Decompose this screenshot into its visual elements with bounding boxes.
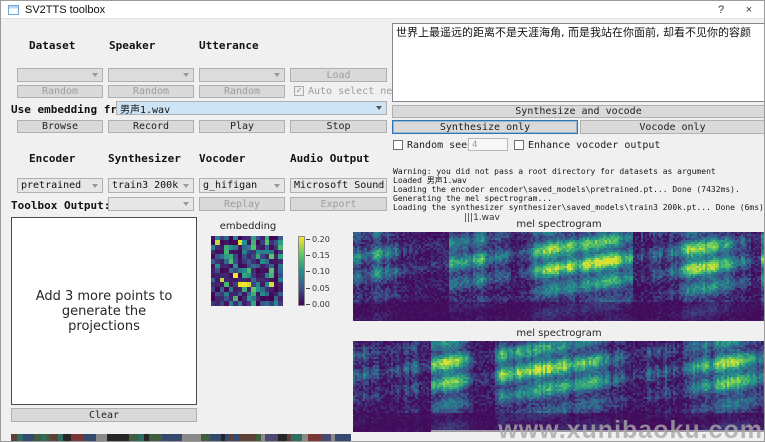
log-line: Loading the synthesizer synthesizer\save… bbox=[393, 203, 765, 212]
mel-spectrogram-plot bbox=[353, 232, 765, 321]
encoder-label: Encoder bbox=[29, 152, 75, 165]
help-button[interactable]: ? bbox=[708, 2, 734, 18]
vocode-only-button[interactable]: Vocode only bbox=[580, 120, 765, 134]
embedding-title: embedding bbox=[206, 221, 290, 232]
encoder-combo[interactable]: pretrained bbox=[17, 178, 103, 193]
app-icon bbox=[8, 5, 19, 15]
vocoder-combo[interactable]: g_hifigan bbox=[199, 178, 285, 193]
synthesizer-label: Synthesizer bbox=[108, 152, 181, 165]
auto-select-next-label: Auto select next bbox=[308, 86, 404, 97]
speaker-combo[interactable] bbox=[108, 68, 194, 82]
chevron-down-icon bbox=[183, 184, 189, 188]
random-speaker-button[interactable]: Random bbox=[108, 85, 194, 98]
mel-spectrogram-title-2: mel spectrogram bbox=[353, 328, 765, 339]
chevron-down-icon bbox=[274, 73, 280, 77]
colorbar-tick: 0.20 bbox=[312, 235, 330, 244]
utterance-combo[interactable] bbox=[199, 68, 285, 82]
chevron-down-icon bbox=[376, 106, 382, 110]
colorbar-tick: 0.10 bbox=[312, 267, 330, 276]
synthesize-and-vocode-button[interactable]: Synthesize and vocode bbox=[392, 105, 765, 118]
log-line: Loaded 男声1.wav bbox=[393, 176, 467, 185]
replay-button[interactable]: Replay bbox=[199, 197, 285, 211]
toolbox-output-combo[interactable] bbox=[108, 197, 194, 211]
vocoder-value: g_hifigan bbox=[203, 180, 257, 191]
embedding-source-value: 男声1.wav bbox=[120, 101, 170, 115]
chevron-down-icon bbox=[183, 202, 189, 206]
clear-button[interactable]: Clear bbox=[11, 408, 197, 422]
dataset-label: Dataset bbox=[29, 39, 75, 52]
synthesizer-value: train3 200k bbox=[112, 180, 178, 191]
cropped-plot-strip bbox=[11, 434, 351, 442]
log-line: Loading the encoder encoder\saved_models… bbox=[393, 185, 740, 194]
colorbar-tick: 0.05 bbox=[312, 284, 330, 293]
play-button[interactable]: Play bbox=[199, 120, 285, 133]
embedding-heatmap bbox=[211, 236, 283, 306]
encoder-value: pretrained bbox=[21, 180, 81, 191]
speaker-label: Speaker bbox=[109, 39, 155, 52]
auto-select-next-checkbox[interactable]: ✓ bbox=[294, 86, 304, 96]
embedding-colorbar bbox=[298, 236, 305, 306]
enhance-vocoder-label: Enhance vocoder output bbox=[528, 140, 660, 151]
export-button[interactable]: Export bbox=[290, 197, 387, 211]
chevron-down-icon bbox=[274, 184, 280, 188]
audio-output-value: Microsoft Sound Mapp bbox=[294, 180, 387, 191]
chevron-down-icon bbox=[183, 73, 189, 77]
chevron-down-icon bbox=[92, 73, 98, 77]
dataset-combo[interactable] bbox=[17, 68, 103, 82]
log-line: Warning: you did not pass a root directo… bbox=[393, 167, 716, 176]
window-title: SV2TTS toolbox bbox=[25, 4, 105, 16]
random-utterance-button[interactable]: Random bbox=[199, 85, 285, 98]
text-input[interactable]: 世界上最遥远的距离不是天涯海角, 而是我站在你面前, 却看不见你的容颜 bbox=[392, 23, 765, 102]
enhance-vocoder-checkbox[interactable] bbox=[514, 140, 524, 150]
audio-output-label: Audio Output bbox=[290, 152, 369, 165]
projection-placeholder: Add 3 more points to generate the projec… bbox=[30, 289, 178, 334]
colorbar-tick: 0.00 bbox=[312, 300, 330, 309]
close-icon[interactable]: × bbox=[736, 2, 762, 18]
title-bar: SV2TTS toolbox ? × bbox=[1, 1, 764, 19]
log-line: Generating the mel spectrogram... bbox=[393, 194, 552, 203]
load-button[interactable]: Load bbox=[290, 68, 387, 82]
random-seed-checkbox[interactable] bbox=[393, 140, 403, 150]
chevron-down-icon bbox=[376, 184, 382, 188]
colorbar-tick: 0.15 bbox=[312, 251, 330, 260]
browse-button[interactable]: Browse bbox=[17, 120, 103, 133]
vocoder-label: Vocoder bbox=[199, 152, 245, 165]
chevron-down-icon bbox=[92, 184, 98, 188]
random-dataset-button[interactable]: Random bbox=[17, 85, 103, 98]
mel-spectrogram-title: mel spectrogram bbox=[353, 219, 765, 230]
app-window: SV2TTS toolbox ? × Dataset Speaker Utter… bbox=[0, 0, 765, 442]
synthesize-only-button[interactable]: Synthesize only bbox=[392, 120, 578, 134]
audio-output-combo[interactable]: Microsoft Sound Mapp bbox=[290, 178, 387, 193]
toolbox-output-label: Toolbox Output: bbox=[11, 199, 110, 212]
seed-input[interactable] bbox=[468, 138, 508, 151]
embedding-source-combo[interactable]: 男声1.wav bbox=[116, 101, 387, 115]
projections-panel: Add 3 more points to generate the projec… bbox=[11, 217, 197, 405]
watermark: www.xunibaoku.com bbox=[498, 416, 763, 442]
record-button[interactable]: Record bbox=[108, 120, 194, 133]
utterance-label: Utterance bbox=[199, 39, 259, 52]
stop-button[interactable]: Stop bbox=[290, 120, 387, 133]
synthesizer-combo[interactable]: train3 200k bbox=[108, 178, 194, 193]
